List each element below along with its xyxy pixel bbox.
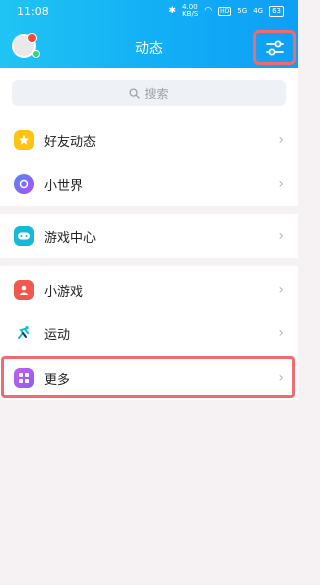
network-speed: 4.00 KB/S [182,3,199,18]
chevron-right-icon: › [278,325,284,341]
planet-icon [14,174,34,194]
highlight-frame [1,356,295,398]
star-icon [14,130,34,150]
menu-item-friend-feed[interactable]: 好友动态 › [0,118,298,162]
search-input[interactable]: 搜索 [12,80,286,106]
hd-badge: HD [218,6,232,16]
signal-5g: 5G [237,7,248,15]
signal-4g: 4G [253,7,264,15]
run-icon [14,323,34,343]
menu-item-game-center[interactable]: 游戏中心 › [0,214,298,258]
wifi-icon: ◠ [204,6,213,16]
person-icon [14,280,34,300]
status-bar: 11:08 ✱ 4.00 KB/S ◠ HD 5G 4G 63 [0,0,298,22]
menu-item-small-world[interactable]: 小世界 › [0,162,298,206]
menu-group-social: 好友动态 › 小世界 › [0,118,298,206]
sliders-icon [265,40,284,55]
filter-settings-button[interactable] [253,30,296,65]
menu-item-mini-games[interactable]: 小游戏 › [0,268,298,312]
chevron-right-icon: › [278,176,284,192]
status-icons: ✱ 4.00 KB/S ◠ HD 5G 4G 63 [169,4,284,18]
header-bar: 11:08 ✱ 4.00 KB/S ◠ HD 5G 4G 63 动态 [0,0,298,68]
gamepad-icon [14,226,34,246]
search-placeholder: 搜索 [144,86,169,101]
search-icon [129,87,141,99]
search-section: 搜索 [0,68,298,120]
battery-indicator: 63 [269,5,284,17]
chevron-right-icon: › [278,282,284,298]
menu-item-sports[interactable]: 运动 › [0,311,298,355]
status-time: 11:08 [17,5,49,18]
chevron-right-icon: › [278,228,284,244]
chevron-right-icon: › [278,132,284,148]
menu-group-games: 游戏中心 › [0,214,298,258]
bluetooth-icon: ✱ [168,6,177,16]
